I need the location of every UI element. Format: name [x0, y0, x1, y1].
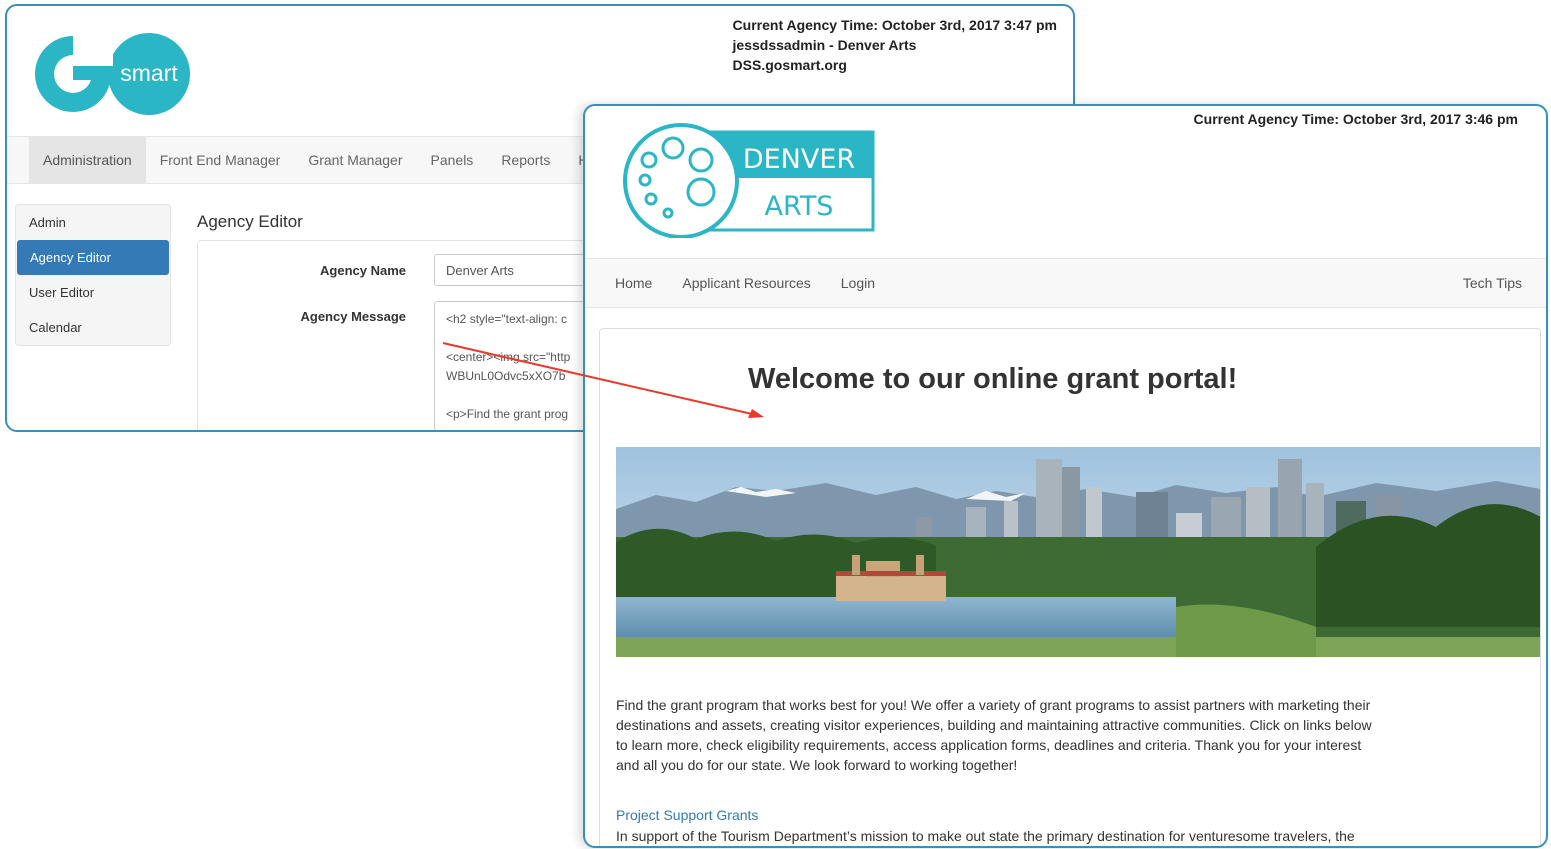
admin-site-url: DSS.gosmart.org — [732, 57, 847, 73]
gosmart-logo-word: smart — [120, 60, 178, 86]
nav-home[interactable]: Home — [615, 275, 652, 291]
nav-front-end-manager[interactable]: Front End Manager — [146, 137, 295, 183]
page-title: Agency Editor — [197, 212, 303, 231]
nav-login[interactable]: Login — [841, 275, 875, 291]
admin-sidebar: Admin Agency Editor User Editor Calendar — [15, 204, 171, 346]
gosmart-logo[interactable]: smart — [29, 26, 199, 116]
nav-administration[interactable]: Administration — [29, 137, 146, 183]
admin-header-info: Current Agency Time: October 3rd, 2017 3… — [733, 15, 1057, 75]
welcome-heading: Welcome to our online grant portal! — [748, 363, 1238, 395]
denver-skyline-image — [616, 447, 1540, 657]
denver-arts-logo-line1: DENVER — [743, 144, 855, 175]
portal-agency-time: Current Agency Time: October 3rd, 2017 3… — [1193, 111, 1518, 127]
sidebar-item-agency-editor[interactable]: Agency Editor — [17, 240, 169, 275]
nav-tech-tips[interactable]: Tech Tips — [1463, 275, 1522, 291]
project-support-grants-link[interactable]: Project Support Grants — [616, 807, 758, 823]
nav-panels[interactable]: Panels — [417, 137, 488, 183]
sidebar-item-admin[interactable]: Admin — [16, 205, 170, 240]
denver-arts-logo-line2: ARTS — [765, 191, 834, 222]
intro-paragraph: Find the grant program that works best f… — [616, 697, 1372, 773]
admin-agency-time: Current Agency Time: October 3rd, 2017 3… — [732, 17, 1057, 33]
portal-window: Current Agency Time: October 3rd, 2017 3… — [583, 104, 1548, 848]
agency-message-label: Agency Message — [300, 309, 407, 324]
nav-grant-manager[interactable]: Grant Manager — [294, 137, 416, 183]
portal-content-panel: Welcome to our online grant portal! Find… — [599, 328, 1541, 846]
sidebar-item-user-editor[interactable]: User Editor — [16, 275, 170, 310]
portal-navbar: Home Applicant Resources Login Tech Tips — [585, 258, 1546, 308]
nav-reports[interactable]: Reports — [487, 137, 564, 183]
nav-applicant-resources[interactable]: Applicant Resources — [682, 275, 810, 291]
sidebar-item-calendar[interactable]: Calendar — [16, 310, 170, 345]
denver-arts-logo[interactable]: DENVER ARTS — [617, 118, 877, 238]
program-description: In support of the Tourism Department’s m… — [616, 828, 1355, 844]
admin-user-agency: jessdssadmin - Denver Arts — [732, 37, 917, 53]
agency-name-label: Agency Name — [320, 263, 406, 278]
